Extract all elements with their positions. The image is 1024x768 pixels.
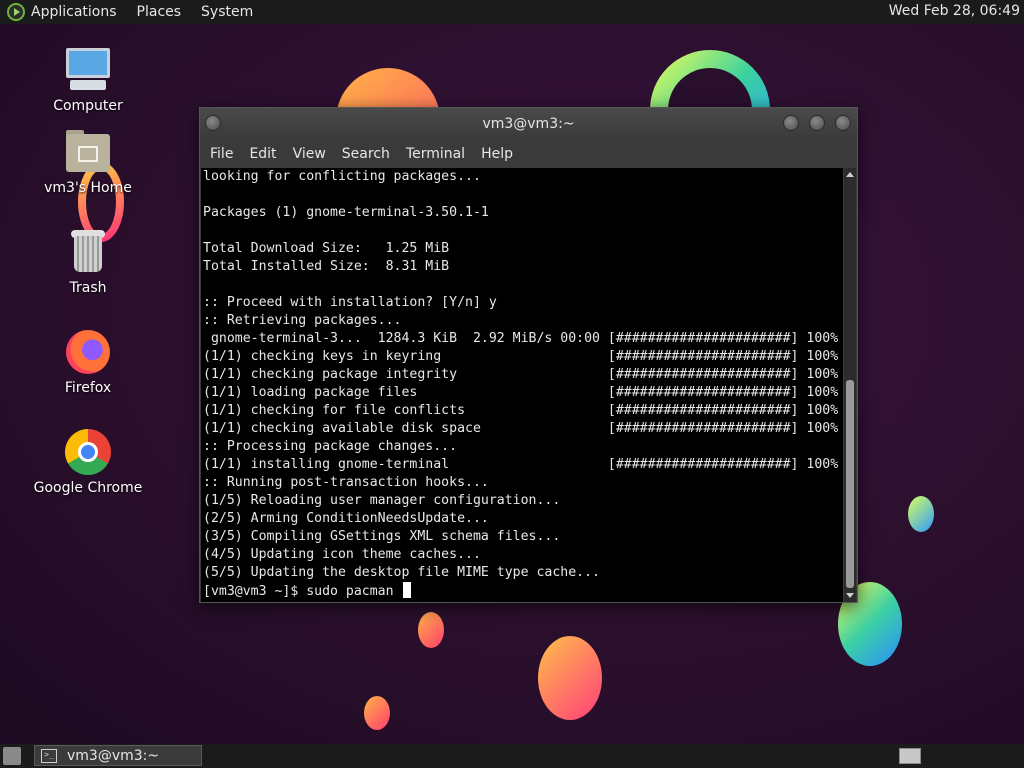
desktop-icon-label: vm3's Home — [44, 180, 132, 196]
terminal-prompt: [vm3@vm3 ~]$ sudo pacman — [203, 584, 402, 599]
wallpaper-shape — [364, 696, 390, 730]
scrollbar-thumb[interactable] — [846, 380, 854, 588]
desktop-icon-label: Google Chrome — [33, 480, 143, 496]
terminal-line: (3/5) Compiling GSettings XML schema fil… — [203, 529, 561, 544]
terminal-line: (4/5) Updating icon theme caches... — [203, 547, 481, 562]
taskbar-item-terminal[interactable]: >_ vm3@vm3:~ — [34, 745, 202, 766]
menu-edit[interactable]: Edit — [249, 146, 276, 162]
desktop-icon-label: Firefox — [64, 380, 112, 396]
desktop-icon-chrome[interactable]: Google Chrome — [33, 428, 143, 496]
desktop-icon-firefox[interactable]: Firefox — [33, 328, 143, 396]
desktop-icon-label: Trash — [69, 280, 107, 296]
terminal-scrollbar[interactable] — [844, 168, 856, 602]
terminal-line: (1/1) checking available disk space [###… — [203, 421, 839, 436]
computer-icon — [64, 46, 112, 94]
desktop-icon-home[interactable]: vm3's Home — [33, 128, 143, 196]
desktop-icon-trash[interactable]: Trash — [33, 228, 143, 296]
menu-terminal[interactable]: Terminal — [406, 146, 465, 162]
bottom-panel: >_ vm3@vm3:~ — [0, 744, 1024, 768]
terminal-line: Total Installed Size: 8.31 MiB — [203, 259, 450, 274]
terminal-line: :: Retrieving packages... — [203, 313, 402, 328]
menu-search[interactable]: Search — [342, 146, 390, 162]
taskbar-item-label: vm3@vm3:~ — [67, 747, 160, 764]
show-desktop-icon[interactable] — [3, 747, 21, 765]
trash-icon — [64, 228, 112, 276]
menu-system[interactable]: System — [201, 4, 253, 20]
minimize-icon[interactable] — [783, 115, 799, 131]
terminal-output[interactable]: looking for conflicting packages... Packa… — [201, 168, 843, 602]
scroll-up-arrow-icon[interactable] — [846, 172, 854, 177]
window-titlebar[interactable]: vm3@vm3:~ — [200, 108, 857, 140]
wallpaper-shape — [908, 496, 934, 532]
maximize-icon[interactable] — [809, 115, 825, 131]
terminal-menubar: File Edit View Search Terminal Help — [200, 140, 857, 168]
distro-logo-icon[interactable] — [7, 3, 25, 21]
wallpaper-shape — [538, 636, 602, 720]
terminal-line: (1/1) loading package files [###########… — [203, 385, 839, 400]
scroll-down-arrow-icon[interactable] — [846, 593, 854, 598]
terminal-line: looking for conflicting packages... — [203, 169, 481, 184]
workspace-switcher[interactable] — [899, 748, 921, 764]
terminal-line: :: Proceed with installation? [Y/n] y — [203, 295, 497, 310]
menu-applications[interactable]: Applications — [31, 4, 117, 20]
menu-help[interactable]: Help — [481, 146, 513, 162]
terminal-line: (1/1) checking for file conflicts [#####… — [203, 403, 839, 418]
menu-places[interactable]: Places — [137, 4, 182, 20]
terminal-line: Total Download Size: 1.25 MiB — [203, 241, 450, 256]
chrome-icon — [64, 428, 112, 476]
terminal-line: Packages (1) gnome-terminal-3.50.1-1 — [203, 205, 489, 220]
terminal-line: (5/5) Updating the desktop file MIME typ… — [203, 565, 600, 580]
terminal-window[interactable]: vm3@vm3:~ File Edit View Search Terminal… — [199, 107, 858, 603]
text-cursor — [402, 582, 411, 598]
wallpaper-shape — [418, 612, 444, 648]
panel-clock[interactable]: Wed Feb 28, 06:49 — [889, 3, 1020, 19]
firefox-icon — [64, 328, 112, 376]
terminal-line: (1/5) Reloading user manager configurati… — [203, 493, 561, 508]
terminal-line: (1/1) checking package integrity [######… — [203, 367, 839, 382]
menu-view[interactable]: View — [293, 146, 326, 162]
terminal-icon: >_ — [41, 748, 57, 763]
terminal-line: (1/1) installing gnome-terminal [#######… — [203, 457, 839, 472]
menu-file[interactable]: File — [210, 146, 233, 162]
window-title: vm3@vm3:~ — [482, 116, 575, 132]
terminal-line: (1/1) checking keys in keyring [########… — [203, 349, 839, 364]
terminal-line: :: Processing package changes... — [203, 439, 458, 454]
terminal-line: gnome-terminal-3... 1284.3 KiB 2.92 MiB/… — [203, 331, 839, 346]
top-panel: Applications Places System Wed Feb 28, 0… — [0, 0, 1024, 24]
desktop-icon-computer[interactable]: Computer — [33, 46, 143, 114]
terminal-prompt-line[interactable]: [vm3@vm3 ~]$ sudo pacman — [201, 582, 843, 600]
close-icon[interactable] — [835, 115, 851, 131]
home-folder-icon — [64, 128, 112, 176]
desktop-icon-label: Computer — [53, 98, 123, 114]
terminal-line: (2/5) Arming ConditionNeedsUpdate... — [203, 511, 489, 526]
terminal-line: :: Running post-transaction hooks... — [203, 475, 489, 490]
